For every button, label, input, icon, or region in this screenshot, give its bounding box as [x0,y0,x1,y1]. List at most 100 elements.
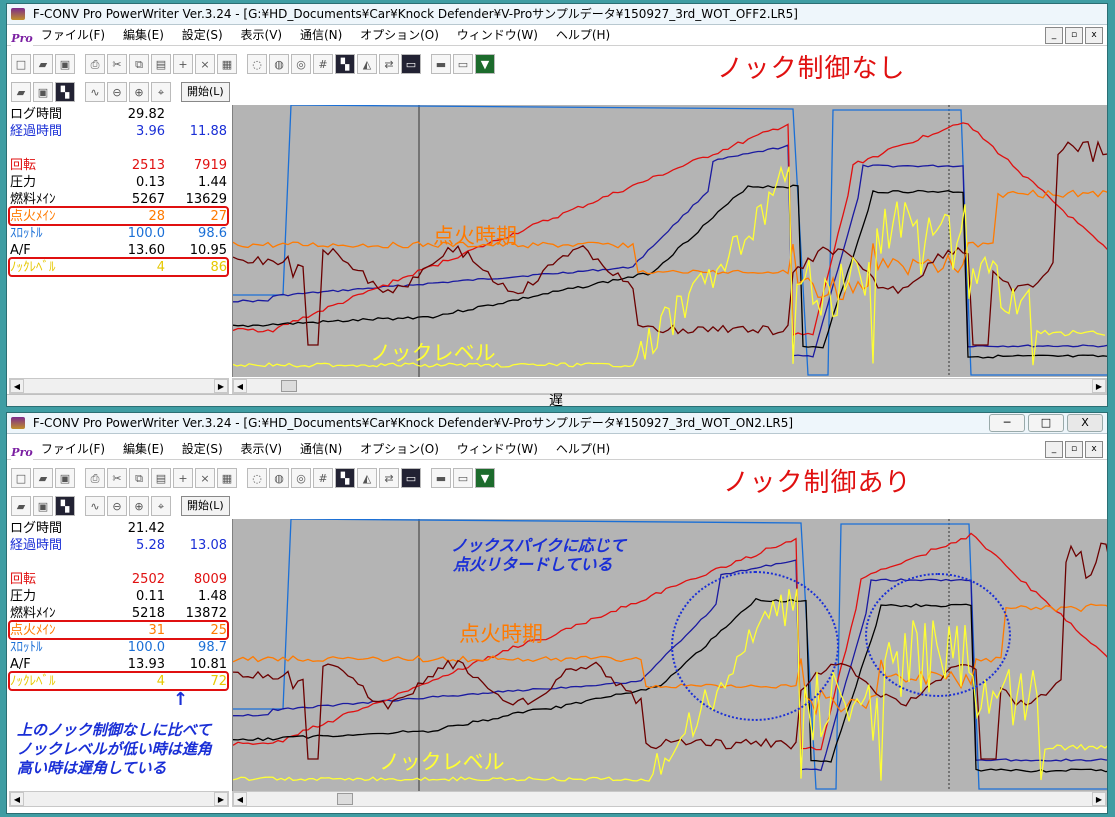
menu-view[interactable]: 表示(V) [241,28,283,42]
graph-settings-icon[interactable]: ∿ [85,496,105,516]
start-button[interactable]: 開始(L) [181,82,230,102]
monitor-icon[interactable]: ▭ [401,468,421,488]
graph3d-icon[interactable]: ◭ [357,54,377,74]
menu-comm[interactable]: 通信(N) [300,28,342,42]
panel-scrollbar[interactable]: ◀ ▶ [9,378,229,394]
menu-options[interactable]: オプション(O) [360,28,439,42]
menu-settings[interactable]: 設定(S) [182,442,223,456]
download-icon[interactable]: ▼ [475,54,495,74]
log-icon[interactable]: ▚ [335,468,355,488]
scroll-left-icon[interactable]: ◀ [10,792,24,806]
cut-icon[interactable]: ✂ [107,468,127,488]
scroll-right-icon[interactable]: ▶ [214,379,228,393]
scroll-right-icon[interactable]: ▶ [214,792,228,806]
save-log-icon[interactable]: ▣ [33,496,53,516]
download-icon[interactable]: ▼ [475,468,495,488]
scroll-right-icon[interactable]: ▶ [1092,379,1106,393]
cut-icon[interactable]: ✂ [107,54,127,74]
log-view-icon[interactable]: ▚ [55,496,75,516]
scroll-right-icon[interactable]: ▶ [1092,792,1106,806]
log-view-icon[interactable]: ▚ [55,82,75,102]
menu-file[interactable]: ファイル(F) [41,28,105,42]
open-log-icon[interactable]: ▰ [11,496,31,516]
multiply-icon[interactable]: × [195,468,215,488]
map-icon-3[interactable]: ◎ [291,54,311,74]
minimize-button[interactable]: ─ [989,414,1025,432]
add-icon[interactable]: + [173,468,193,488]
scroll-thumb[interactable] [337,793,353,805]
new-file-icon[interactable]: □ [11,54,31,74]
maximize-button[interactable]: □ [1028,414,1064,432]
grid-icon[interactable]: # [313,468,333,488]
map-icon-1[interactable]: ◌ [247,468,267,488]
menu-file[interactable]: ファイル(F) [41,442,105,456]
log-icon[interactable]: ▚ [335,54,355,74]
menu-window[interactable]: ウィンドウ(W) [457,442,538,456]
menu-options[interactable]: オプション(O) [360,442,439,456]
menu-edit[interactable]: 編集(E) [123,442,164,456]
window-icon-2[interactable]: ▭ [453,54,473,74]
log-graph[interactable] [232,105,1107,377]
close-button[interactable]: X [1067,414,1103,432]
menu-comm[interactable]: 通信(N) [300,442,342,456]
cursor-icon[interactable]: ⌖ [151,496,171,516]
menu-window[interactable]: ウィンドウ(W) [457,28,538,42]
grid-icon[interactable]: # [313,54,333,74]
menu-edit[interactable]: 編集(E) [123,28,164,42]
zoom-out-icon[interactable]: ⊖ [107,82,127,102]
new-file-icon[interactable]: □ [11,468,31,488]
graph-scrollbar[interactable]: ◀ ▶ [232,791,1107,807]
mdi-close-button[interactable]: x [1085,27,1103,44]
cursor-icon[interactable]: ⌖ [151,82,171,102]
save-icon[interactable]: ▣ [55,54,75,74]
map-icon-3[interactable]: ◎ [291,468,311,488]
graph-settings-icon[interactable]: ∿ [85,82,105,102]
add-icon[interactable]: + [173,54,193,74]
mdi-restore-button[interactable]: ▫ [1065,27,1083,44]
paste-icon[interactable]: ▤ [151,54,171,74]
zoom-in-icon[interactable]: ⊕ [129,496,149,516]
multiply-icon[interactable]: × [195,54,215,74]
print-icon[interactable]: ⎙ [85,54,105,74]
menu-settings[interactable]: 設定(S) [182,28,223,42]
graph-scrollbar[interactable]: ◀ ▶ [232,378,1107,394]
transfer-icon[interactable]: ⇄ [379,468,399,488]
map-icon-1[interactable]: ◌ [247,54,267,74]
knock-label: ノックレベル [370,341,496,365]
save-icon[interactable]: ▣ [55,468,75,488]
open-folder-icon[interactable]: ▰ [33,468,53,488]
menu-help[interactable]: ヘルプ(H) [556,442,610,456]
zoom-in-icon[interactable]: ⊕ [129,82,149,102]
scroll-left-icon[interactable]: ◀ [233,379,247,393]
open-folder-icon[interactable]: ▰ [33,54,53,74]
bottom-window: F-CONV Pro PowerWriter Ver.3.24 - [G:¥HD… [6,412,1108,814]
copy-icon[interactable]: ⧉ [129,468,149,488]
window-icon-1[interactable]: ▬ [431,468,451,488]
start-button[interactable]: 開始(L) [181,496,230,516]
copy-icon[interactable]: ⧉ [129,54,149,74]
menu-view[interactable]: 表示(V) [241,442,283,456]
window-icon-2[interactable]: ▭ [453,468,473,488]
zoom-out-icon[interactable]: ⊖ [107,496,127,516]
map-icon-2[interactable]: ◍ [269,54,289,74]
map-icon-2[interactable]: ◍ [269,468,289,488]
print-icon[interactable]: ⎙ [85,468,105,488]
scroll-thumb[interactable] [281,380,297,392]
table-icon[interactable]: ▦ [217,54,237,74]
mdi-minimize-button[interactable]: _ [1045,27,1063,44]
save-log-icon[interactable]: ▣ [33,82,53,102]
open-log-icon[interactable]: ▰ [11,82,31,102]
table-icon[interactable]: ▦ [217,468,237,488]
mdi-close-button[interactable]: x [1085,441,1103,458]
graph3d-icon[interactable]: ◭ [357,468,377,488]
transfer-icon[interactable]: ⇄ [379,54,399,74]
menu-help[interactable]: ヘルプ(H) [556,28,610,42]
scroll-left-icon[interactable]: ◀ [10,379,24,393]
paste-icon[interactable]: ▤ [151,468,171,488]
window-icon-1[interactable]: ▬ [431,54,451,74]
mdi-minimize-button[interactable]: _ [1045,441,1063,458]
mdi-restore-button[interactable]: ▫ [1065,441,1083,458]
scroll-left-icon[interactable]: ◀ [233,792,247,806]
monitor-icon[interactable]: ▭ [401,54,421,74]
panel-scrollbar[interactable]: ◀ ▶ [9,791,229,807]
